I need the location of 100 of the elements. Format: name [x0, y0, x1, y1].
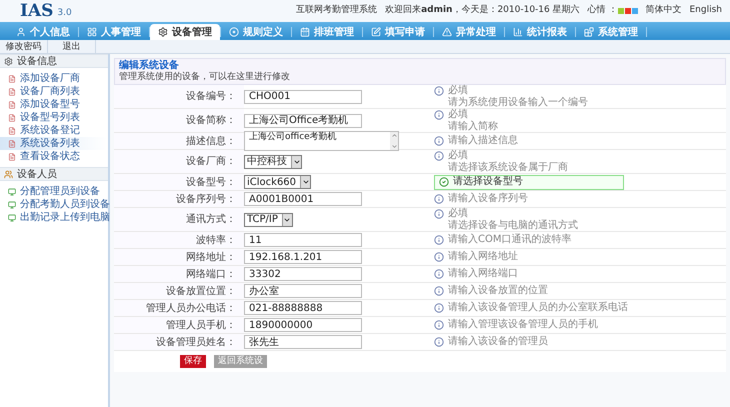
hint-text: 必填 [448, 84, 469, 96]
sidebar-item[interactable]: 系统设备登记 [0, 124, 108, 137]
sidebar-item[interactable]: 分配管理员到设备 [0, 185, 108, 198]
hint-text: 必填 [448, 208, 469, 220]
text-field[interactable]: 33302 [244, 267, 362, 281]
user-icon [16, 27, 26, 37]
info-icon [434, 86, 444, 96]
description-field[interactable]: 上海公司office考勤机 [244, 131, 399, 151]
text-field[interactable]: 上海公司Office考勤机 [244, 114, 362, 128]
hint-text: 必填 [448, 108, 469, 120]
text-field[interactable]: 办公室 [244, 284, 362, 298]
field-label: 设备厂商： [186, 154, 236, 169]
disc-icon [229, 27, 239, 37]
dropdown[interactable]: 中控科技 [244, 154, 302, 168]
hint-text: 请输入管理该设备管理人员的手机 [448, 319, 598, 331]
hint-text: 请输入该设备的管理员 [448, 336, 548, 348]
info-icon [434, 337, 444, 347]
hint-text: 请输入设备放置的位置 [448, 285, 548, 297]
field-label: 设备管理员姓名： [156, 336, 236, 350]
bar-chart-icon [513, 27, 523, 37]
warning-icon [442, 27, 452, 37]
info-icon [434, 235, 444, 245]
monitor-icon [8, 214, 16, 222]
mood-swatch[interactable] [632, 8, 638, 14]
section-title: 设备信息 [17, 54, 57, 68]
field-label: 管理人员办公电话： [146, 302, 236, 316]
sidebar-item[interactable]: 分配考勤人员到设备 [0, 198, 108, 211]
field-label: 管理人员手机： [166, 318, 236, 332]
text-field[interactable]: 张先生 [244, 335, 362, 349]
sidebar-section-header[interactable]: 设备人员 [0, 167, 108, 181]
monitor-icon [8, 188, 16, 196]
subnav-link[interactable]: 退出 [48, 40, 96, 53]
text-field[interactable]: A0001B0001 [244, 192, 362, 206]
sidebar-item[interactable]: 设备厂商列表 [0, 85, 108, 98]
field-label: 设备型号： [186, 176, 236, 190]
hint-text: 请选择该系统设备属于厂商 [448, 162, 568, 174]
people-icon [4, 170, 13, 178]
info-icon [434, 286, 444, 296]
hint-text: 必填 [448, 150, 469, 162]
nav-tab[interactable]: 设备管理 [150, 24, 220, 40]
system-name: 互联网考勤管理系统 [296, 4, 378, 18]
language-link[interactable]: 简体中文 [646, 4, 682, 18]
hint-text: 请输入简称 [448, 120, 498, 132]
hint-text: 请选择设备与电脑的通讯方式 [448, 220, 578, 232]
field-label: 网络地址： [186, 250, 236, 264]
document-icon [8, 140, 16, 148]
text-field[interactable]: 021-88888888 [244, 301, 362, 315]
version-text: 3.0 [57, 6, 72, 20]
hint-text: 请输入COM口通讯的波特率 [448, 234, 572, 246]
caret-icon [302, 178, 310, 186]
form-title: 编辑系统设备 [119, 60, 180, 72]
scroll-down-icon[interactable] [390, 143, 398, 150]
document-icon [8, 74, 16, 82]
dropdown[interactable]: TCP/IP [244, 212, 293, 226]
mood-swatch[interactable] [618, 8, 624, 14]
welcome-text: 欢迎回来admin，今天是：2010-10-16 星期六 [385, 4, 580, 18]
hint-text: 请输入网络地址 [448, 251, 518, 263]
save-button[interactable]: 保存 [180, 355, 206, 368]
field-label: 波特率： [196, 234, 236, 248]
document-icon [8, 100, 16, 108]
hint-text: 请输入网络端口 [448, 268, 518, 280]
hint-text: 请输入该设备管理人员的办公室联系电话 [448, 302, 628, 314]
language-link[interactable]: English [690, 4, 722, 18]
blocks-icon [584, 27, 594, 37]
monitor-icon [8, 200, 16, 208]
grid-icon [87, 27, 97, 37]
info-icon [434, 110, 444, 120]
hint-text: 请输入描述信息 [448, 135, 518, 147]
sidebar-item[interactable]: 设备型号列表 [0, 111, 108, 124]
text-field[interactable]: 192.168.1.201 [244, 250, 362, 264]
sidebar-item[interactable]: 添加设备厂商 [0, 72, 108, 85]
sidebar-section-header[interactable]: 设备信息 [0, 54, 108, 68]
sidebar-item[interactable]: 出勤记录上传到电脑 [0, 211, 108, 224]
gear-icon [4, 56, 13, 66]
info-icon [434, 252, 444, 262]
field-label: 设备编号： [186, 90, 236, 104]
text-field[interactable]: 1890000000 [244, 318, 362, 332]
info-icon [434, 150, 444, 160]
field-label: 网络端口： [186, 268, 236, 282]
mood-swatch[interactable] [624, 8, 630, 14]
sidebar-item[interactable]: 添加设备型号 [0, 98, 108, 111]
edit-icon [371, 27, 381, 37]
scrollbar[interactable] [390, 132, 398, 150]
field-label: 设备序列号： [176, 192, 236, 206]
info-icon [434, 208, 444, 218]
hint-text: 请输入设备序列号 [448, 193, 528, 205]
subnav-link[interactable]: 修改密码 [0, 40, 48, 53]
calendar-icon [300, 27, 310, 37]
scroll-up-icon[interactable] [390, 132, 398, 139]
document-icon [8, 152, 16, 160]
info-icon [434, 269, 444, 279]
hint-text: 请选择设备型号 [453, 176, 523, 188]
field-label: 通讯方式： [186, 212, 236, 227]
text-field[interactable]: CHO001 [244, 90, 362, 104]
text-field[interactable]: 11 [244, 233, 362, 247]
sidebar-item[interactable]: 查看设备状态 [0, 150, 108, 163]
section-title: 设备人员 [17, 168, 57, 182]
info-icon [434, 136, 444, 146]
dropdown[interactable]: iClock660 [244, 175, 312, 189]
info-icon [434, 194, 444, 204]
